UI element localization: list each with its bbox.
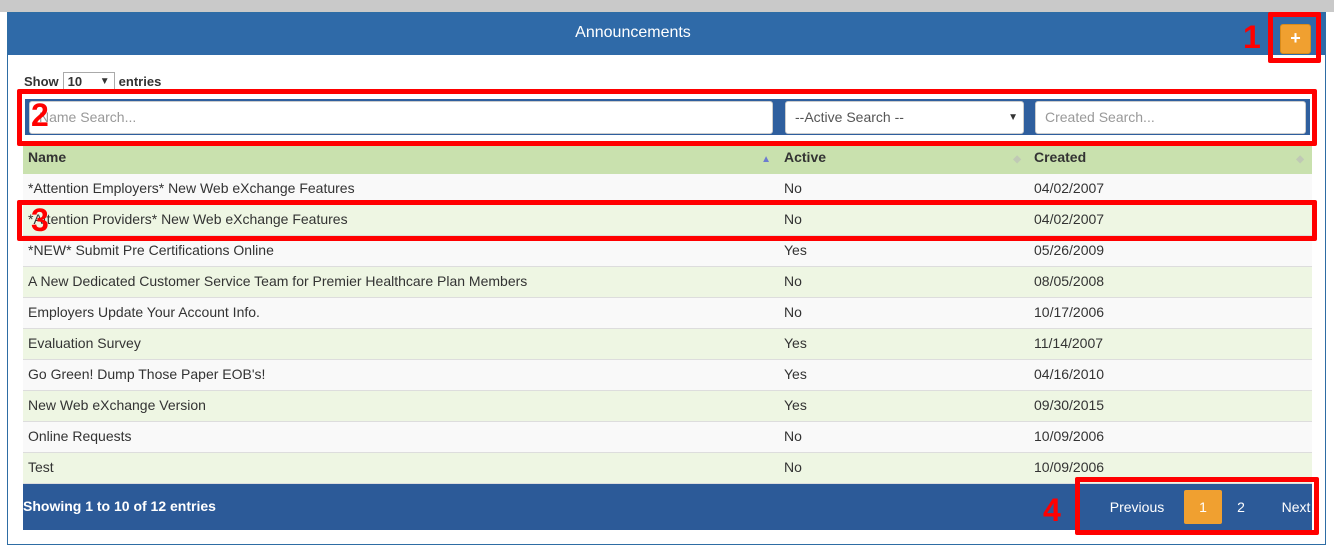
name-search-input[interactable]: Name Search... — [29, 101, 773, 134]
name-cell: *Attention Employers* New Web eXchange F… — [28, 180, 355, 196]
entries-length-control: Show 10 ▼ entries — [24, 71, 161, 91]
show-label: Show — [24, 73, 59, 89]
table-header: Name ▲ Active ◆ Created ◆ — [23, 144, 1312, 174]
name-cell: New Web eXchange Version — [28, 397, 206, 413]
name-cell: Go Green! Dump Those Paper EOB's! — [28, 366, 266, 382]
created-cell: 08/05/2008 — [1034, 273, 1105, 289]
active-cell: No — [784, 459, 802, 475]
add-announcement-button[interactable]: + — [1280, 24, 1311, 54]
table-row[interactable]: Employers Update Your Account Info. No 1… — [23, 298, 1312, 329]
table-footer: Showing 1 to 10 of 12 entries Previous 1… — [23, 484, 1312, 530]
created-cell: 05/26/2009 — [1034, 242, 1105, 258]
callout-number-4: 4 — [1043, 492, 1061, 528]
table-row[interactable]: A New Dedicated Customer Service Team fo… — [23, 267, 1312, 298]
callout-number-1: 1 — [1243, 19, 1261, 55]
created-cell: 04/16/2010 — [1034, 366, 1105, 382]
top-strip — [0, 0, 1334, 12]
column-header-name[interactable]: Name ▲ — [23, 144, 779, 174]
callout-number-3: 3 — [31, 202, 49, 238]
name-cell: Test — [28, 459, 54, 475]
active-cell: Yes — [784, 335, 807, 351]
entries-label: entries — [118, 73, 162, 89]
active-cell: No — [784, 211, 802, 227]
table-row[interactable]: New Web eXchange Version Yes 09/30/2015 — [23, 391, 1312, 422]
active-cell: No — [784, 428, 802, 444]
chevron-down-icon: ▼ — [99, 75, 110, 87]
column-header-created[interactable]: Created ◆ — [1029, 144, 1312, 174]
active-cell: Yes — [784, 397, 807, 413]
created-cell: 09/30/2015 — [1034, 397, 1105, 413]
announcements-table: Name ▲ Active ◆ Created ◆ *Attention Emp… — [23, 144, 1312, 484]
sort-ascending-icon: ▲ — [761, 154, 771, 165]
active-search-value: --Active Search -- — [795, 109, 904, 125]
table-row[interactable]: *NEW* Submit Pre Certifications Online Y… — [23, 236, 1312, 267]
active-search-select[interactable]: --Active Search -- ▼ — [785, 101, 1024, 134]
announcements-panel: Announcements + Show 10 ▼ entries Name S… — [7, 12, 1326, 545]
column-header-label: Active — [784, 149, 827, 165]
created-cell: 10/09/2006 — [1034, 428, 1105, 444]
table-row[interactable]: *Attention Providers* New Web eXchange F… — [23, 205, 1312, 236]
panel-header: Announcements — [8, 13, 1325, 55]
entries-per-page-select[interactable]: 10 ▼ — [62, 71, 115, 91]
page-button-1[interactable]: 1 — [1184, 490, 1222, 524]
name-cell: Employers Update Your Account Info. — [28, 304, 260, 320]
created-cell: 10/09/2006 — [1034, 459, 1105, 475]
page-button-2[interactable]: 2 — [1222, 490, 1260, 524]
table-row[interactable]: Go Green! Dump Those Paper EOB's! Yes 04… — [23, 360, 1312, 391]
created-search-input[interactable]: Created Search... — [1035, 101, 1306, 134]
panel-title: Announcements — [575, 24, 691, 41]
created-cell: 11/14/2007 — [1034, 335, 1104, 351]
name-cell: A New Dedicated Customer Service Team fo… — [28, 273, 528, 289]
name-cell: Online Requests — [28, 428, 132, 444]
active-cell: No — [784, 180, 802, 196]
name-cell: Evaluation Survey — [28, 335, 141, 351]
active-cell: Yes — [784, 366, 807, 382]
column-header-label: Created — [1034, 149, 1087, 165]
name-cell: *NEW* Submit Pre Certifications Online — [28, 242, 274, 258]
created-cell: 04/02/2007 — [1034, 211, 1105, 227]
column-header-active[interactable]: Active ◆ — [779, 144, 1029, 174]
column-search-bar: Name Search... --Active Search -- ▼ Crea… — [25, 99, 1310, 135]
entries-per-page-value: 10 — [67, 73, 83, 89]
chevron-down-icon: ▼ — [1008, 112, 1018, 123]
created-cell: 10/17/2006 — [1034, 304, 1105, 320]
table-row[interactable]: Test No 10/09/2006 — [23, 453, 1312, 484]
table-row[interactable]: Evaluation Survey Yes 11/14/2007 — [23, 329, 1312, 360]
active-cell: No — [784, 304, 802, 320]
previous-page-button[interactable]: Previous — [1101, 490, 1173, 524]
created-cell: 04/02/2007 — [1034, 180, 1105, 196]
sort-icon: ◆ — [1296, 154, 1304, 165]
callout-number-2: 2 — [31, 97, 49, 133]
sort-icon: ◆ — [1013, 154, 1021, 165]
next-page-button[interactable]: Next — [1263, 490, 1329, 524]
name-cell: *Attention Providers* New Web eXchange F… — [28, 211, 348, 227]
table-row[interactable]: Online Requests No 10/09/2006 — [23, 422, 1312, 453]
entries-info: Showing 1 to 10 of 12 entries — [23, 498, 216, 514]
column-header-label: Name — [28, 149, 67, 165]
table-row[interactable]: *Attention Employers* New Web eXchange F… — [23, 174, 1312, 205]
pagination: Previous 1 2 Next — [1101, 490, 1329, 524]
active-cell: Yes — [784, 242, 807, 258]
active-cell: No — [784, 273, 802, 289]
